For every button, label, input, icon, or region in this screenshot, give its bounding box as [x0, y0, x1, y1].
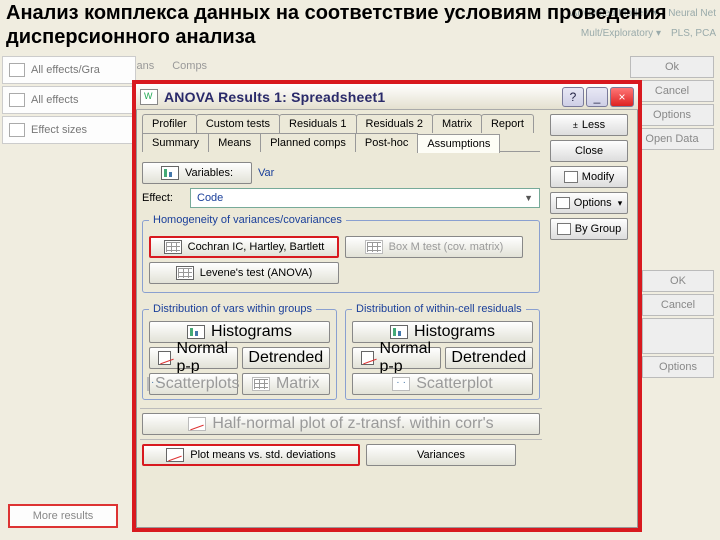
bg-tab-comps[interactable]: Comps: [172, 60, 207, 72]
bg-left-2[interactable]: All effects: [2, 86, 136, 114]
tab-planned-comps[interactable]: Planned comps: [260, 133, 356, 152]
tab-posthoc[interactable]: Post-hoc: [355, 133, 418, 152]
tab-residuals2[interactable]: Residuals 2: [356, 114, 433, 133]
normal-pp-vars-button[interactable]: Normal p-p: [149, 347, 238, 369]
options-button[interactable]: Options: [550, 192, 628, 214]
chevron-down-icon: ▼: [524, 193, 533, 203]
tab-report[interactable]: Report: [481, 114, 534, 133]
tab-custom-tests[interactable]: Custom tests: [196, 114, 280, 133]
plot-icon: [166, 448, 184, 462]
matrix-vars-button: Matrix: [242, 373, 331, 395]
homogeneity-legend: Homogeneity of variances/covariances: [149, 214, 346, 226]
app-icon: [140, 89, 158, 105]
dist-resid-legend: Distribution of within-cell residuals: [352, 303, 526, 315]
modify-button[interactable]: Modify: [550, 166, 628, 188]
bg-options[interactable]: Options: [630, 104, 714, 126]
scatterplot-resid-button: Scatterplot: [352, 373, 533, 395]
homogeneity-group: Homogeneity of variances/covariances Coc…: [142, 214, 540, 293]
variances-button[interactable]: Variances: [366, 444, 516, 466]
page-title: Анализ комплекса данных на соответствие …: [6, 2, 710, 49]
bg-ok[interactable]: Ok: [630, 56, 714, 78]
tab-matrix[interactable]: Matrix: [432, 114, 482, 133]
table-icon: [164, 240, 182, 254]
modify-icon: [564, 171, 578, 183]
effect-dropdown[interactable]: Code▼: [190, 188, 540, 208]
normal-pp-resid-button[interactable]: Normal p-p: [352, 347, 441, 369]
bg2-ok[interactable]: OK: [642, 270, 714, 292]
histogram-icon: [187, 325, 205, 339]
scatterplots-vars-button: Scatterplots: [149, 373, 238, 395]
half-normal-button: Half-normal plot of z-transf. within cor…: [142, 413, 540, 435]
variables-icon: [161, 166, 179, 180]
plot-icon: [188, 417, 206, 431]
bg-opendata[interactable]: Open Data: [630, 128, 714, 150]
anova-results-dialog: ANOVA Results 1: Spreadsheet1 ? _ × Prof…: [132, 80, 642, 532]
tab-profiler[interactable]: Profiler: [142, 114, 197, 133]
bg2-options[interactable]: Options: [642, 356, 714, 378]
variables-button[interactable]: Variables:: [142, 162, 252, 184]
bg-left-3[interactable]: Effect sizes: [2, 116, 136, 144]
help-button[interactable]: ?: [562, 87, 584, 107]
by-group-button[interactable]: By Group: [550, 218, 628, 240]
minimize-button[interactable]: _: [586, 87, 608, 107]
dist-vars-group: Distribution of vars within groups Histo…: [142, 303, 337, 400]
levene-button[interactable]: Levene's test (ANOVA): [149, 262, 339, 284]
table-icon: [176, 266, 194, 280]
effect-label: Effect:: [142, 192, 184, 204]
matrix-icon: [252, 377, 270, 391]
bg-cancel[interactable]: Cancel: [630, 80, 714, 102]
bg-left-1[interactable]: All effects/Gra: [2, 56, 136, 84]
close-dialog-button[interactable]: Close: [550, 140, 628, 162]
more-results-button[interactable]: More results: [8, 504, 118, 528]
pp-icon: [158, 351, 171, 365]
variables-value: Var: [258, 167, 274, 179]
scatter-icon: [147, 377, 149, 391]
table-icon: [365, 240, 383, 254]
tab-assumptions[interactable]: Assumptions: [417, 134, 500, 153]
plot-means-vs-sd-button[interactable]: Plot means vs. std. deviations: [142, 444, 360, 466]
tab-residuals1[interactable]: Residuals 1: [279, 114, 356, 133]
bygroup-icon: [557, 223, 571, 235]
cochran-button[interactable]: Cochran IC, Hartley, Bartlett: [149, 236, 339, 258]
detrended-vars-button[interactable]: Detrended: [242, 347, 331, 369]
options-icon: [556, 197, 570, 209]
dist-resid-group: Distribution of within-cell residuals Hi…: [345, 303, 540, 400]
tab-summary[interactable]: Summary: [142, 133, 209, 152]
window-title: ANOVA Results 1: Spreadsheet1: [164, 89, 385, 105]
close-button[interactable]: ×: [610, 87, 634, 107]
detrended-resid-button[interactable]: Detrended: [445, 347, 534, 369]
histogram-icon: [390, 325, 408, 339]
less-button[interactable]: ±Less: [550, 114, 628, 136]
boxm-button: Box M test (cov. matrix): [345, 236, 523, 258]
scatter-icon: [392, 377, 410, 391]
tab-means[interactable]: Means: [208, 133, 261, 152]
bg2-cancel[interactable]: Cancel: [642, 294, 714, 316]
pp-icon: [361, 351, 374, 365]
dist-vars-legend: Distribution of vars within groups: [149, 303, 316, 315]
